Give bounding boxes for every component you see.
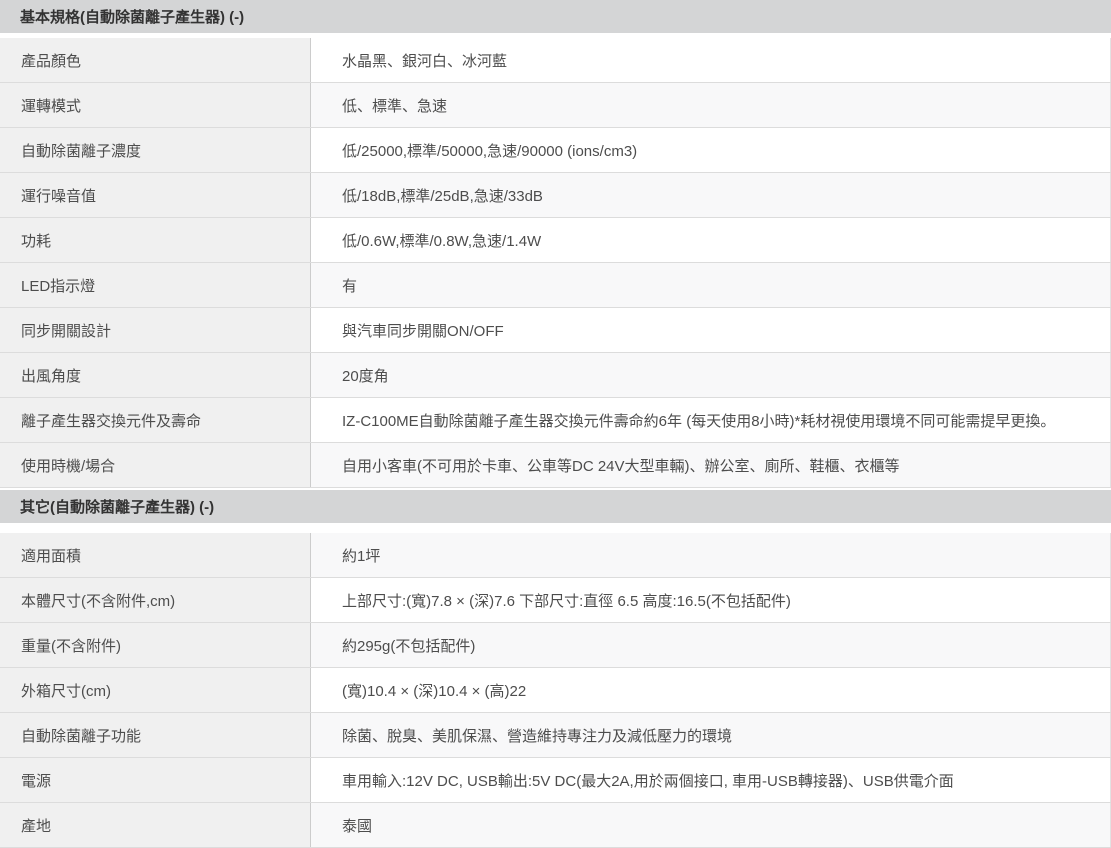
spec-label: 自動除菌離子濃度 [0,128,311,172]
spec-label: 產地 [0,803,311,847]
spec-row-power-source: 電源 車用輸入:12V DC, USB輸出:5V DC(最大2A,用於兩個接口,… [0,758,1111,803]
spec-value: 泰國 [311,803,1111,847]
spec-row-body-dimensions: 本體尺寸(不含附件,cm) 上部尺寸:(寬)7.8 × (深)7.6 下部尺寸:… [0,578,1111,623]
spec-value: 約1坪 [311,533,1111,577]
section-basic-title: 基本規格(自動除菌離子產生器) (-) [20,6,244,27]
spec-label: 同步開關設計 [0,308,311,352]
spec-value: 自用小客車(不可用於卡車、公車等DC 24V大型車輛)、辦公室、廁所、鞋櫃、衣櫃… [311,443,1111,487]
spec-label: 運行噪音值 [0,173,311,217]
spec-label: 運轉模式 [0,83,311,127]
spec-row-origin: 產地 泰國 [0,803,1111,848]
spec-label: 本體尺寸(不含附件,cm) [0,578,311,622]
spec-label: 重量(不含附件) [0,623,311,667]
spec-value: 約295g(不包括配件) [311,623,1111,667]
spec-value: (寬)10.4 × (深)10.4 × (高)22 [311,668,1111,712]
spec-row-ion-density: 自動除菌離子濃度 低/25000,標準/50000,急速/90000 (ions… [0,128,1111,173]
spec-row-ion-function: 自動除菌離子功能 除菌、脫臭、美肌保濕、營造維持專注力及減低壓力的環境 [0,713,1111,758]
spec-value: 車用輸入:12V DC, USB輸出:5V DC(最大2A,用於兩個接口, 車用… [311,758,1111,802]
spec-value: 與汽車同步開關ON/OFF [311,308,1111,352]
spec-label: 功耗 [0,218,311,262]
section-other-header: 其它(自動除菌離子產生器) (-) [0,490,1111,523]
spec-label: 電源 [0,758,311,802]
section-basic-header: 基本規格(自動除菌離子產生器) (-) [0,0,1111,33]
spec-row-sync-switch: 同步開關設計 與汽車同步開關ON/OFF [0,308,1111,353]
spec-row-replacement-unit: 離子產生器交換元件及壽命 IZ-C100ME自動除菌離子產生器交換元件壽命約6年… [0,398,1111,443]
spec-value: 低/18dB,標準/25dB,急速/33dB [311,173,1111,217]
spec-label: 產品顏色 [0,38,311,82]
spec-row-noise-level: 運行噪音值 低/18dB,標準/25dB,急速/33dB [0,173,1111,218]
section-other-title: 其它(自動除菌離子產生器) (-) [20,496,214,517]
spec-row-product-color: 產品顏色 水晶黑、銀河白、冰河藍 [0,38,1111,83]
spec-row-weight: 重量(不含附件) 約295g(不包括配件) [0,623,1111,668]
spec-value: IZ-C100ME自動除菌離子產生器交換元件壽命約6年 (每天使用8小時)*耗材… [311,398,1111,442]
spec-row-box-dimensions: 外箱尺寸(cm) (寬)10.4 × (深)10.4 × (高)22 [0,668,1111,713]
spec-row-usage-occasion: 使用時機/場合 自用小客車(不可用於卡車、公車等DC 24V大型車輛)、辦公室、… [0,443,1111,488]
spec-label: 使用時機/場合 [0,443,311,487]
spec-label: 出風角度 [0,353,311,397]
spec-value: 20度角 [311,353,1111,397]
spec-value: 水晶黑、銀河白、冰河藍 [311,38,1111,82]
spec-row-air-angle: 出風角度 20度角 [0,353,1111,398]
spec-label: 離子產生器交換元件及壽命 [0,398,311,442]
section-basic-specs: 基本規格(自動除菌離子產生器) (-) 產品顏色 水晶黑、銀河白、冰河藍 運轉模… [0,0,1111,488]
spec-row-power-consumption: 功耗 低/0.6W,標準/0.8W,急速/1.4W [0,218,1111,263]
product-spec-table: 基本規格(自動除菌離子產生器) (-) 產品顏色 水晶黑、銀河白、冰河藍 運轉模… [0,0,1111,848]
spec-label: 適用面積 [0,533,311,577]
spec-value: 上部尺寸:(寬)7.8 × (深)7.6 下部尺寸:直徑 6.5 高度:16.5… [311,578,1111,622]
section-other-specs: 其它(自動除菌離子產生器) (-) 適用面積 約1坪 本體尺寸(不含附件,cm)… [0,490,1111,848]
spec-value: 低/0.6W,標準/0.8W,急速/1.4W [311,218,1111,262]
spec-value: 低/25000,標準/50000,急速/90000 (ions/cm3) [311,128,1111,172]
spec-label: LED指示燈 [0,263,311,307]
spec-row-operation-mode: 運轉模式 低、標準、急速 [0,83,1111,128]
spec-label: 自動除菌離子功能 [0,713,311,757]
spec-value: 低、標準、急速 [311,83,1111,127]
spec-row-applicable-area: 適用面積 約1坪 [0,533,1111,578]
spec-value: 有 [311,263,1111,307]
spec-label: 外箱尺寸(cm) [0,668,311,712]
spec-row-led-indicator: LED指示燈 有 [0,263,1111,308]
spec-value: 除菌、脫臭、美肌保濕、營造維持專注力及減低壓力的環境 [311,713,1111,757]
